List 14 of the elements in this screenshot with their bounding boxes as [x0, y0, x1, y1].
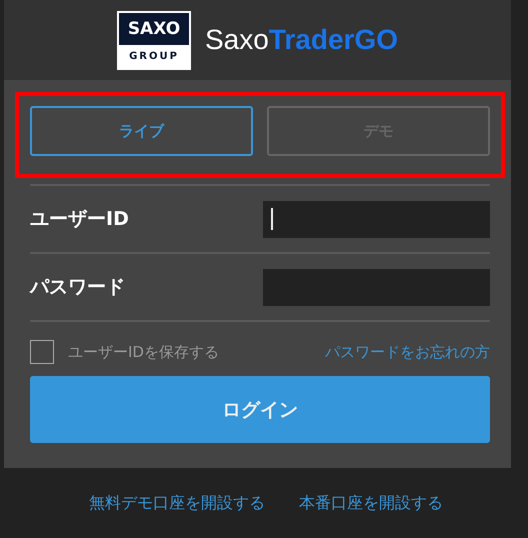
field-label: パスワード [30, 275, 125, 300]
input-field[interactable] [263, 200, 490, 238]
input-field[interactable] [263, 268, 490, 306]
login-button[interactable]: ログイン [30, 376, 490, 443]
logo-text: SAXO [119, 12, 189, 44]
footer-link[interactable]: 無料デモ口座を開設する [89, 492, 265, 514]
footer-link[interactable]: 本番口座を開設する [299, 492, 443, 514]
checkbox-label: ユーザーIDを保存する [68, 342, 219, 362]
checkbox[interactable] [30, 340, 54, 364]
app-name: SaxoTraderGO [205, 24, 398, 56]
field-label: ユーザーID [30, 207, 129, 232]
logo-text: GROUP [129, 50, 179, 62]
account-tab[interactable]: ライブ [30, 106, 253, 156]
forgot-password-link[interactable]: パスワードをお忘れの方 [325, 342, 490, 362]
